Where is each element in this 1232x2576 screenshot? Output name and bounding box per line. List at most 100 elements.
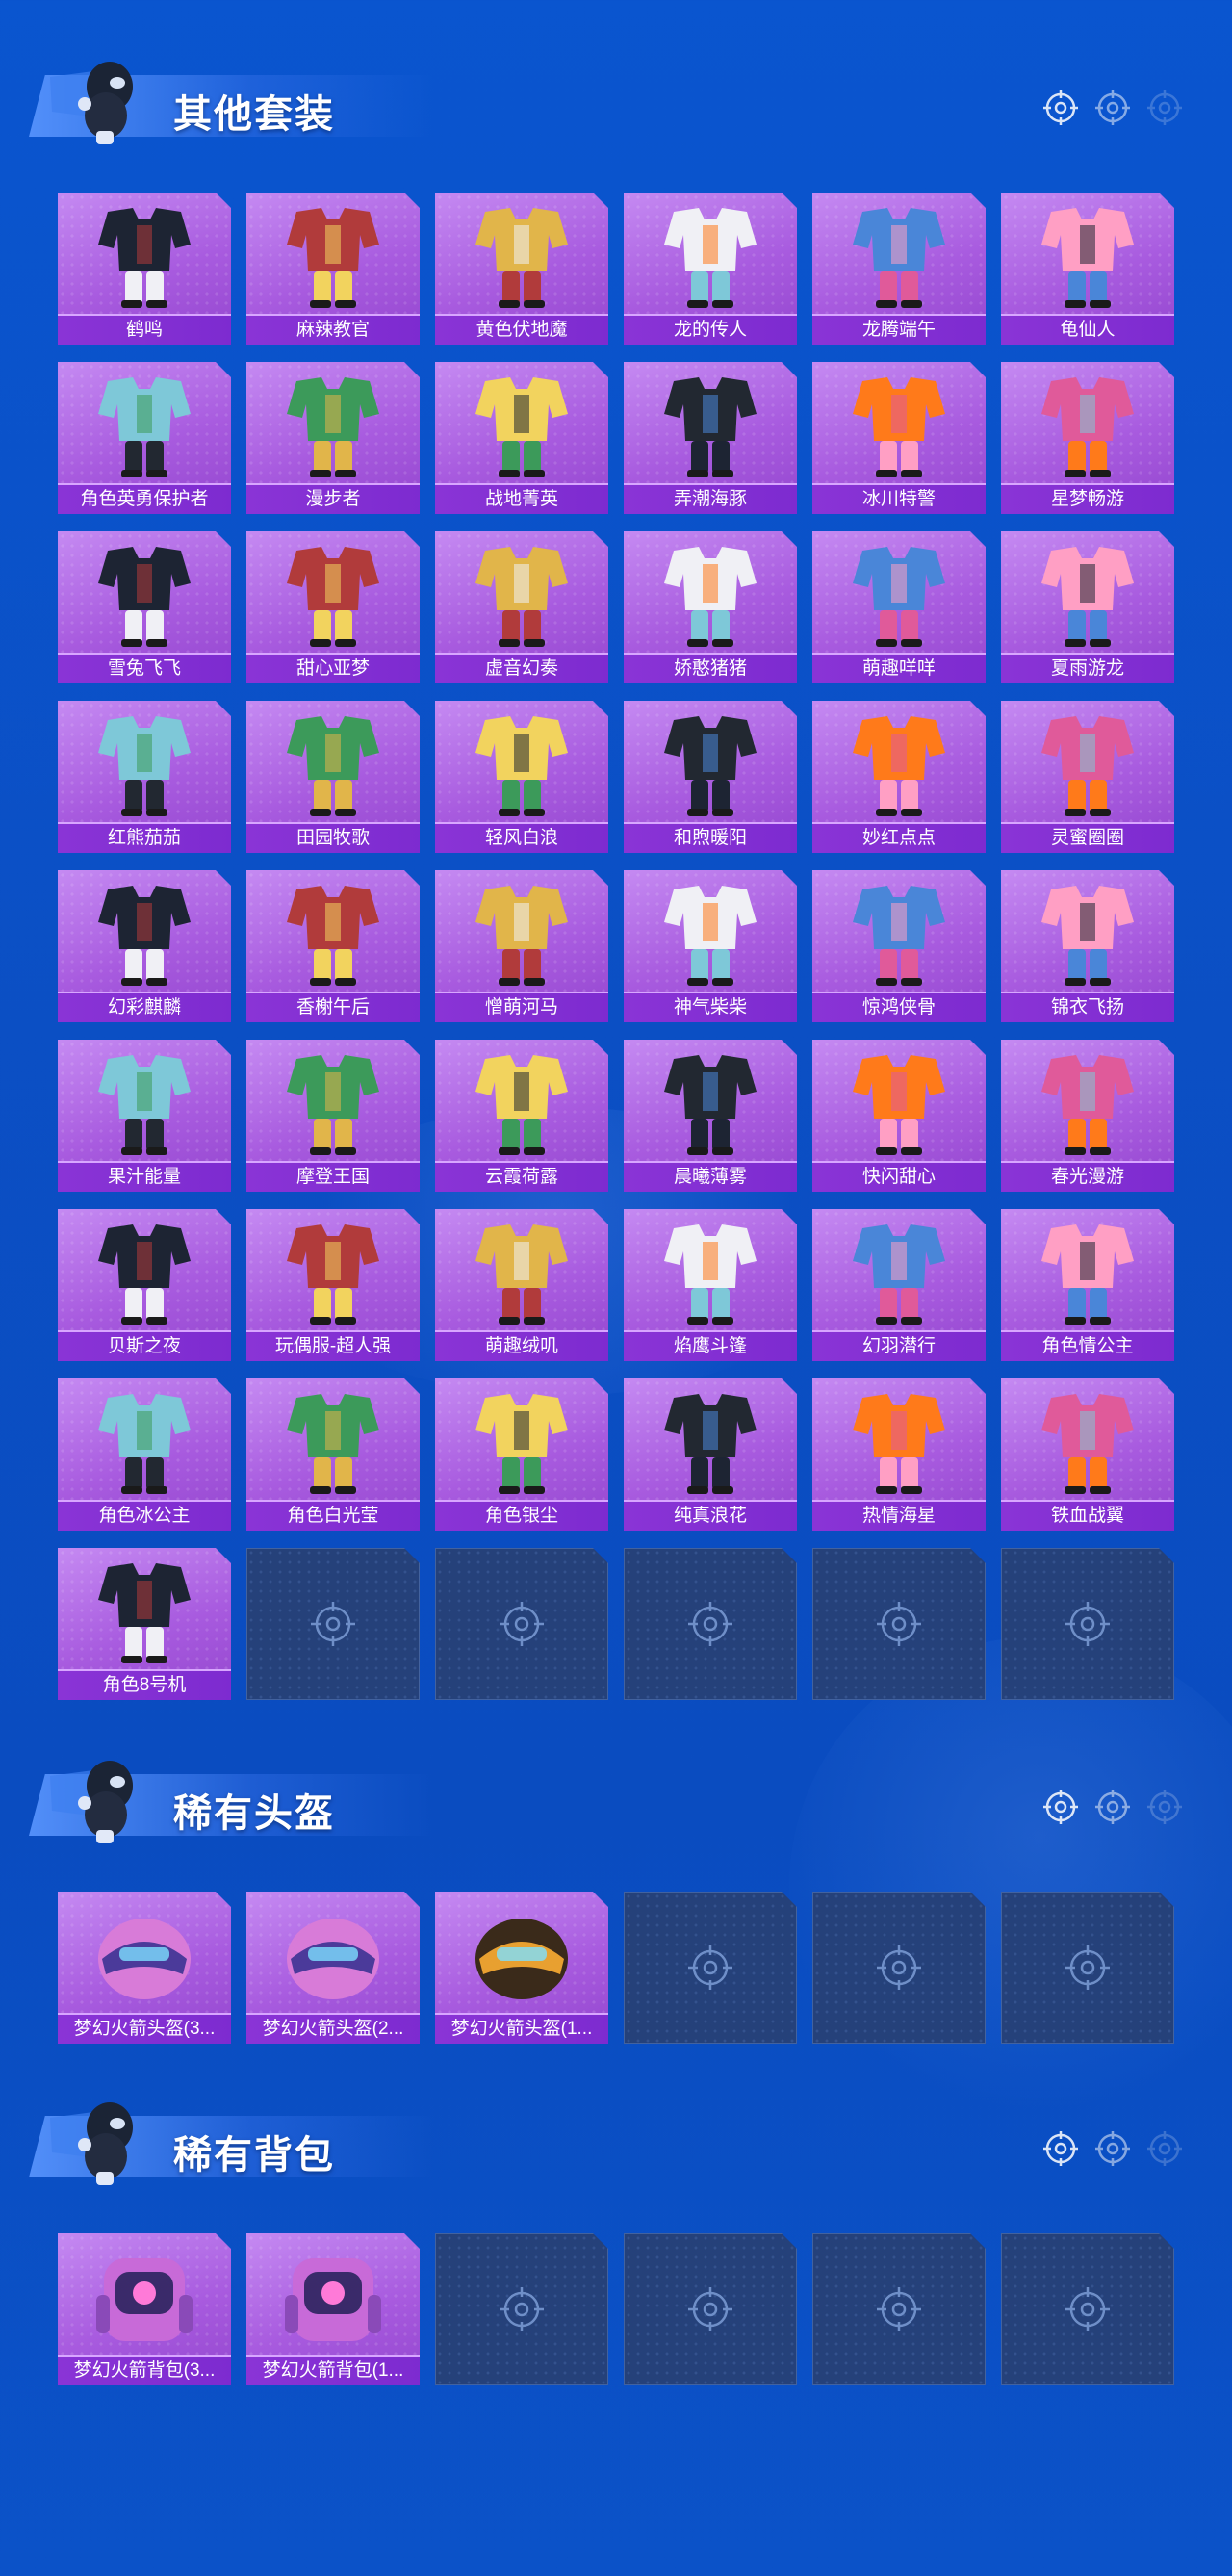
item-card[interactable]: 憎萌河马 — [435, 870, 608, 1022]
item-card[interactable]: 神气柴柴 — [624, 870, 797, 1022]
item-card[interactable]: 摩登王国 — [246, 1040, 420, 1192]
item-card[interactable]: 战地菁英 — [435, 362, 608, 514]
outfit-image — [812, 1043, 986, 1161]
item-card[interactable]: 惊鸿侠骨 — [812, 870, 986, 1022]
crosshair-icon — [1063, 1599, 1113, 1649]
item-card[interactable]: 龟仙人 — [1001, 193, 1174, 345]
item-card[interactable]: 龙腾端午 — [812, 193, 986, 345]
item-card[interactable]: 纯真浪花 — [624, 1378, 797, 1531]
item-card[interactable]: 甜心亚梦 — [246, 531, 420, 683]
item-name: 憎萌河马 — [435, 992, 608, 1022]
item-name: 麻辣教官 — [246, 314, 420, 345]
item-card[interactable]: 果汁能量 — [58, 1040, 231, 1192]
helmet-image — [246, 1895, 420, 2013]
outfit-image — [624, 366, 797, 483]
item-card[interactable]: 焰鹰斗篷 — [624, 1209, 797, 1361]
outfit-image — [58, 196, 231, 314]
outfit-image — [58, 1552, 231, 1669]
empty-slot — [624, 2233, 797, 2385]
item-card[interactable]: 雪兔飞飞 — [58, 531, 231, 683]
section-other-suits: 其他套装 鹤鸣 麻辣教官 黄色伏地魔 龙的传人 龙腾端午 龟仙人 角色英勇保护者 漫步者 战地菁… — [0, 39, 1232, 144]
item-card[interactable]: 娇憨猪猪 — [624, 531, 797, 683]
section-title: 稀有背包 — [173, 2134, 335, 2177]
outfit-image — [812, 535, 986, 653]
item-name: 弄潮海豚 — [624, 483, 797, 514]
item-card[interactable]: 角色英勇保护者 — [58, 362, 231, 514]
item-card[interactable]: 角色冰公主 — [58, 1378, 231, 1531]
item-card[interactable]: 轻风白浪 — [435, 701, 608, 853]
background-parachute-decoration — [789, 1636, 1232, 2137]
item-card[interactable]: 萌趣咩咩 — [812, 531, 986, 683]
item-card[interactable]: 梦幻火箭头盔(3... — [58, 1892, 231, 2044]
item-card[interactable]: 梦幻火箭背包(1... — [246, 2233, 420, 2385]
outfit-image — [246, 1382, 420, 1500]
item-card[interactable]: 角色白光莹 — [246, 1378, 420, 1531]
outfit-image — [435, 366, 608, 483]
crosshair-icon — [874, 1599, 924, 1649]
item-card[interactable]: 幻羽潜行 — [812, 1209, 986, 1361]
item-card[interactable]: 贝斯之夜 — [58, 1209, 231, 1361]
section-header: 稀有头盔 — [0, 1738, 1232, 1843]
item-card[interactable]: 萌趣绒叽 — [435, 1209, 608, 1361]
item-card[interactable]: 灵蜜圈圈 — [1001, 701, 1174, 853]
item-card[interactable]: 梦幻火箭头盔(2... — [246, 1892, 420, 2044]
item-card[interactable]: 田园牧歌 — [246, 701, 420, 853]
item-name: 角色情公主 — [1001, 1330, 1174, 1361]
item-card[interactable]: 快闪甜心 — [812, 1040, 986, 1192]
item-card[interactable]: 香榭午后 — [246, 870, 420, 1022]
outfit-image — [1001, 1213, 1174, 1330]
item-card[interactable]: 云霞荷露 — [435, 1040, 608, 1192]
outfit-image — [435, 1043, 608, 1161]
outfit-image — [1001, 705, 1174, 822]
outfit-image — [435, 874, 608, 992]
item-card[interactable]: 幻彩麒麟 — [58, 870, 231, 1022]
outfit-image — [1001, 196, 1174, 314]
item-card[interactable]: 锦衣飞扬 — [1001, 870, 1174, 1022]
item-name: 角色银尘 — [435, 1500, 608, 1531]
item-card[interactable]: 冰川特警 — [812, 362, 986, 514]
item-name: 冰川特警 — [812, 483, 986, 514]
outfit-image — [246, 705, 420, 822]
item-name: 甜心亚梦 — [246, 653, 420, 683]
item-card[interactable]: 红熊茄茄 — [58, 701, 231, 853]
item-card[interactable]: 梦幻火箭头盔(1... — [435, 1892, 608, 2044]
item-card[interactable]: 春光漫游 — [1001, 1040, 1174, 1192]
item-card[interactable]: 角色情公主 — [1001, 1209, 1174, 1361]
item-card[interactable]: 黄色伏地魔 — [435, 193, 608, 345]
item-card[interactable]: 麻辣教官 — [246, 193, 420, 345]
item-card[interactable]: 梦幻火箭背包(3... — [58, 2233, 231, 2385]
item-card[interactable]: 晨曦薄雾 — [624, 1040, 797, 1192]
item-name: 龙腾端午 — [812, 314, 986, 345]
crosshair-icon — [1063, 2284, 1113, 2334]
outfit-image — [246, 535, 420, 653]
item-name: 锦衣飞扬 — [1001, 992, 1174, 1022]
item-name: 幻彩麒麟 — [58, 992, 231, 1022]
item-card[interactable]: 夏雨游龙 — [1001, 531, 1174, 683]
item-card[interactable]: 铁血战翼 — [1001, 1378, 1174, 1531]
empty-slot — [624, 1548, 797, 1700]
item-card[interactable]: 和煦暖阳 — [624, 701, 797, 853]
outfit-image — [812, 1213, 986, 1330]
item-card[interactable]: 鹤鸣 — [58, 193, 231, 345]
item-card[interactable]: 角色8号机 — [58, 1548, 231, 1700]
item-card[interactable]: 漫步者 — [246, 362, 420, 514]
crosshair-icon — [497, 2284, 547, 2334]
item-name: 梦幻火箭背包(1... — [246, 2355, 420, 2385]
item-card[interactable]: 虚音幻奏 — [435, 531, 608, 683]
outfit-image — [58, 874, 231, 992]
crosshair-icon — [1043, 1790, 1182, 1824]
item-name: 夏雨游龙 — [1001, 653, 1174, 683]
item-card[interactable]: 角色银尘 — [435, 1378, 608, 1531]
outfit-image — [1001, 366, 1174, 483]
crosshair-icon — [308, 1599, 358, 1649]
item-card[interactable]: 龙的传人 — [624, 193, 797, 345]
item-name: 红熊茄茄 — [58, 822, 231, 853]
item-card[interactable]: 热情海星 — [812, 1378, 986, 1531]
item-name: 晨曦薄雾 — [624, 1161, 797, 1192]
crosshair-icon — [685, 2284, 735, 2334]
item-card[interactable]: 星梦畅游 — [1001, 362, 1174, 514]
item-card[interactable]: 妙红点点 — [812, 701, 986, 853]
item-card[interactable]: 弄潮海豚 — [624, 362, 797, 514]
item-card[interactable]: 玩偶服-超人强 — [246, 1209, 420, 1361]
helmet-image — [58, 1895, 231, 2013]
